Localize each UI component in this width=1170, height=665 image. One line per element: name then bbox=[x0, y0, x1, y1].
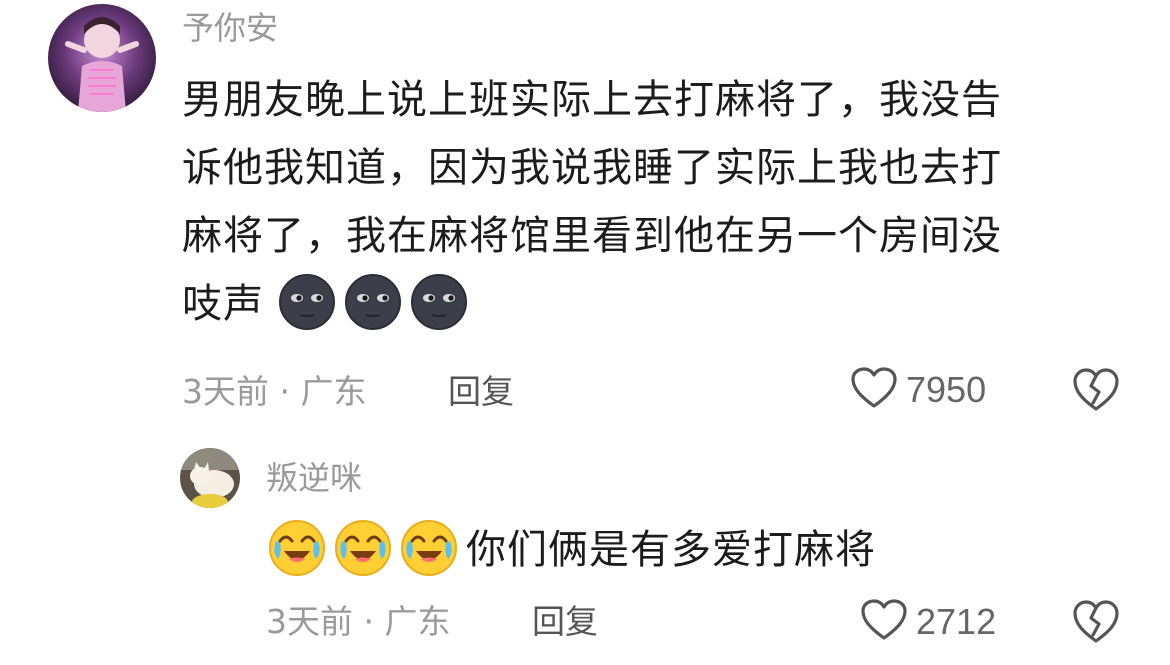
time-location: 3天前 · 广东 bbox=[266, 602, 451, 641]
broken-heart-icon bbox=[1073, 600, 1119, 643]
new-moon-face-icon bbox=[344, 273, 402, 331]
comment-text: 你们俩是有多爱打麻将 bbox=[268, 516, 876, 584]
avatar[interactable] bbox=[180, 448, 240, 508]
like-count: 7950 bbox=[906, 369, 987, 410]
crying-laughing-face-icon bbox=[334, 519, 392, 577]
comment-line: 麻将了，我在麻将馆里看到他在另一个房间没 bbox=[182, 213, 1002, 259]
like-button[interactable]: 7950 bbox=[850, 366, 986, 414]
broken-heart-icon bbox=[1073, 368, 1119, 411]
heart-icon bbox=[860, 598, 908, 646]
dislike-button[interactable] bbox=[1072, 599, 1120, 649]
username[interactable]: 予你安 bbox=[182, 8, 278, 48]
reply-button[interactable]: 回复 bbox=[448, 370, 514, 414]
comment-line-last: 吱声 bbox=[182, 270, 1002, 338]
comment-line: 男朋友晚上说上班实际上去打麻将了，我没告 bbox=[182, 77, 1002, 123]
username[interactable]: 叛逆咪 bbox=[266, 458, 362, 498]
like-count: 2712 bbox=[916, 601, 997, 642]
comment-line-text: 你们俩是有多爱打麻将 bbox=[466, 527, 876, 573]
crying-laughing-face-icon bbox=[400, 519, 458, 577]
like-button[interactable]: 2712 bbox=[860, 598, 996, 646]
comment-text: 男朋友晚上说上班实际上去打麻将了，我没告 诉他我知道，因为我说我睡了实际上我也去… bbox=[182, 66, 1002, 338]
time-location: 3天前 · 广东 bbox=[182, 372, 367, 411]
new-moon-face-icon bbox=[278, 273, 336, 331]
comment-line: 你们俩是有多爱打麻将 bbox=[268, 516, 876, 584]
crying-laughing-face-icon bbox=[268, 519, 326, 577]
dislike-button[interactable] bbox=[1072, 367, 1120, 417]
comment-line-text: 吱声 bbox=[182, 281, 264, 327]
reply-button[interactable]: 回复 bbox=[532, 600, 598, 644]
heart-icon bbox=[850, 366, 898, 414]
avatar[interactable] bbox=[48, 4, 156, 112]
new-moon-face-icon bbox=[410, 273, 468, 331]
comment-line: 诉他我知道，因为我说我睡了实际上我也去打 bbox=[182, 145, 1002, 191]
